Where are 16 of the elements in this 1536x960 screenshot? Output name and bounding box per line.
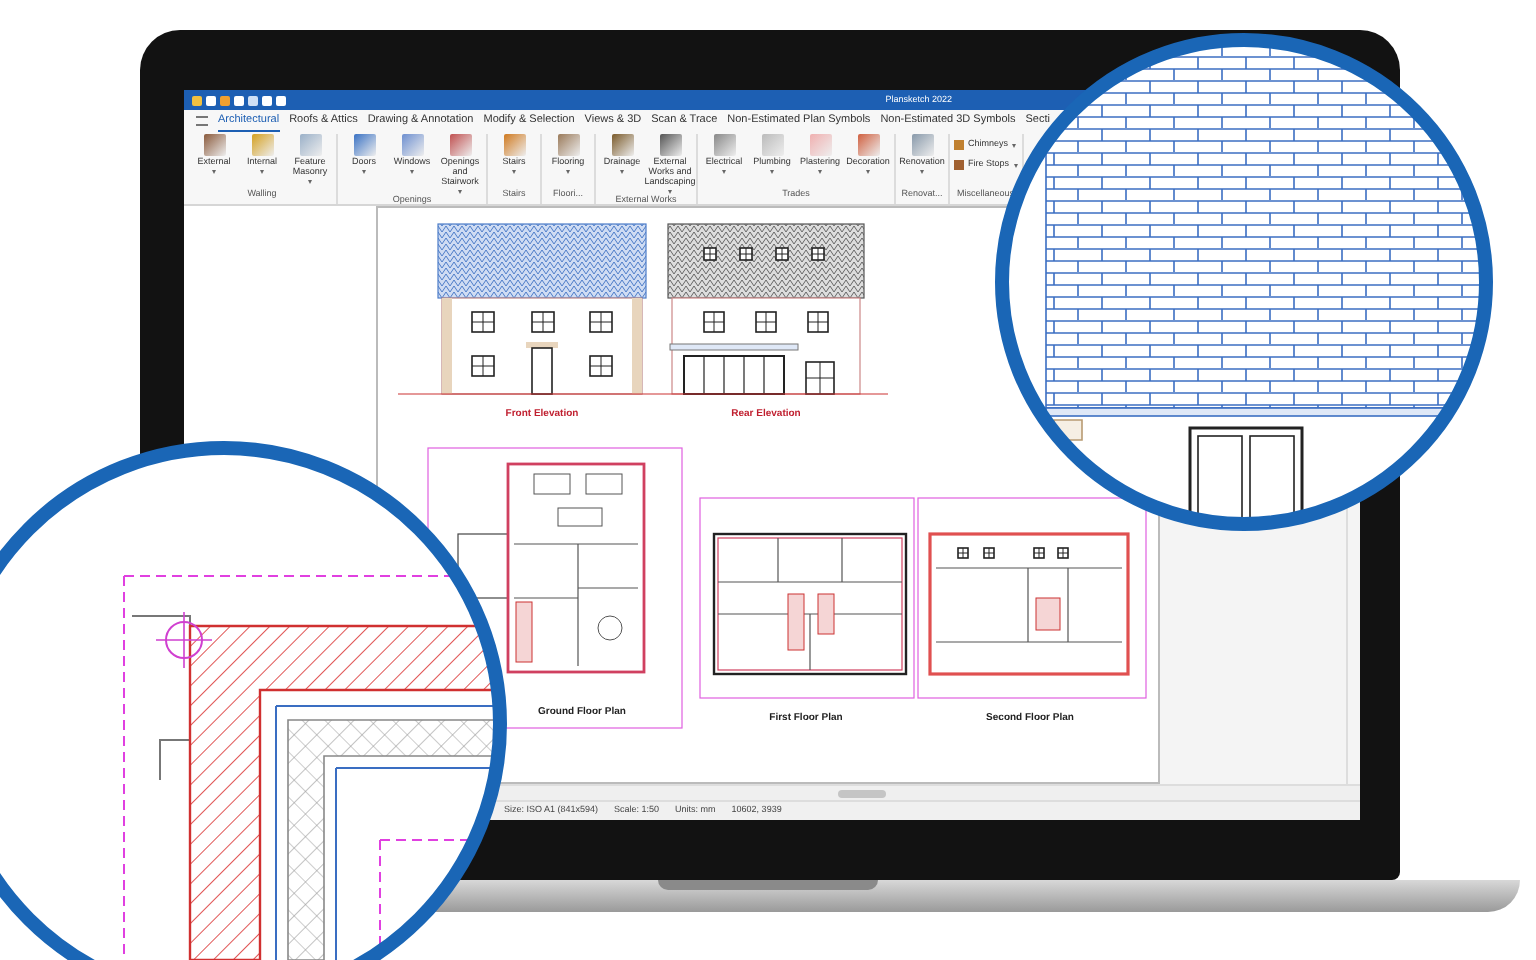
tool-icon bbox=[713, 134, 735, 156]
tool-icon bbox=[611, 134, 633, 156]
tool-icon bbox=[401, 134, 423, 156]
tool-icon bbox=[809, 134, 831, 156]
tool-icon bbox=[503, 134, 525, 156]
menu-icon[interactable] bbox=[196, 116, 208, 126]
tool-icon bbox=[911, 134, 933, 156]
tool-icon bbox=[659, 134, 681, 156]
tool-icon bbox=[857, 134, 879, 156]
tool-icon bbox=[251, 134, 273, 156]
tool-icon bbox=[353, 134, 375, 156]
tool-icon bbox=[299, 134, 321, 156]
tool-icon bbox=[203, 134, 225, 156]
tool-icon bbox=[557, 134, 579, 156]
tool-icon bbox=[449, 134, 471, 156]
tool-icon bbox=[761, 134, 783, 156]
